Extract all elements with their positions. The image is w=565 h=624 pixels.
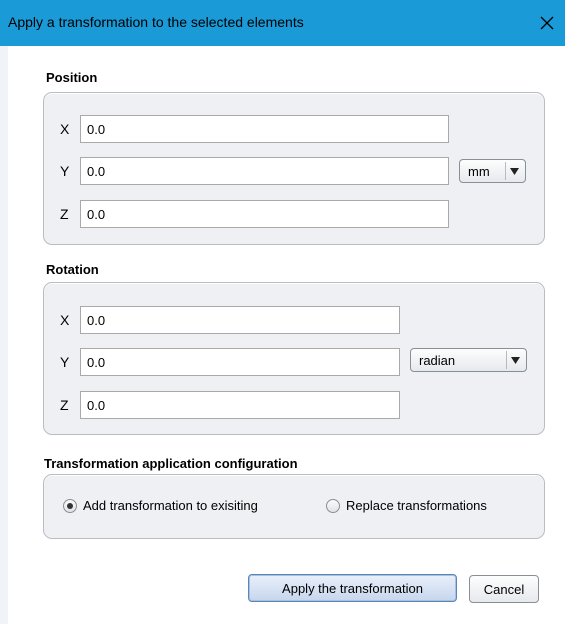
position-z-label: Z — [60, 206, 69, 222]
radio-add-label: Add transformation to exisiting — [83, 498, 258, 513]
triangle-down-icon — [511, 356, 520, 364]
position-section-title: Position — [46, 70, 98, 85]
position-y-label: Y — [60, 163, 70, 179]
position-x-label: X — [60, 121, 70, 137]
rotation-y-input[interactable] — [80, 348, 400, 376]
rotation-unit-select[interactable]: radian — [410, 348, 527, 372]
position-unit-select[interactable]: mm — [459, 159, 526, 183]
radio-add-transformation[interactable]: Add transformation to exisiting — [63, 498, 258, 513]
transformation-dialog: Apply a transformation to the selected e… — [0, 0, 565, 624]
close-button[interactable] — [529, 0, 565, 46]
rotation-section-title: Rotation — [46, 262, 99, 277]
radio-button-unselected[interactable] — [326, 498, 340, 513]
position-x-input[interactable] — [80, 115, 449, 143]
radio-replace-transformations[interactable]: Replace transformations — [326, 498, 487, 513]
position-y-input[interactable] — [80, 157, 449, 185]
rotation-z-input[interactable] — [80, 391, 400, 419]
radio-button-selected[interactable] — [63, 498, 77, 513]
rotation-x-label: X — [60, 312, 70, 328]
dropdown-arrow — [506, 351, 524, 369]
rotation-x-input[interactable] — [80, 306, 400, 334]
cancel-button[interactable]: Cancel — [469, 575, 539, 603]
apply-transformation-button[interactable]: Apply the transformation — [248, 574, 457, 602]
radio-dot — [67, 502, 73, 509]
dropdown-arrow — [505, 162, 523, 180]
rotation-z-label: Z — [60, 397, 69, 413]
triangle-down-icon — [510, 167, 519, 175]
title-bar: Apply a transformation to the selected e… — [0, 0, 565, 46]
config-section-title: Transformation application configuration — [44, 456, 298, 471]
position-unit-value: mm — [468, 163, 490, 179]
rotation-unit-value: radian — [419, 352, 456, 368]
radio-replace-label: Replace transformations — [346, 498, 487, 513]
dialog-title: Apply a transformation to the selected e… — [8, 14, 304, 30]
position-z-input[interactable] — [80, 200, 449, 228]
rotation-y-label: Y — [60, 354, 70, 370]
close-icon — [540, 16, 554, 30]
